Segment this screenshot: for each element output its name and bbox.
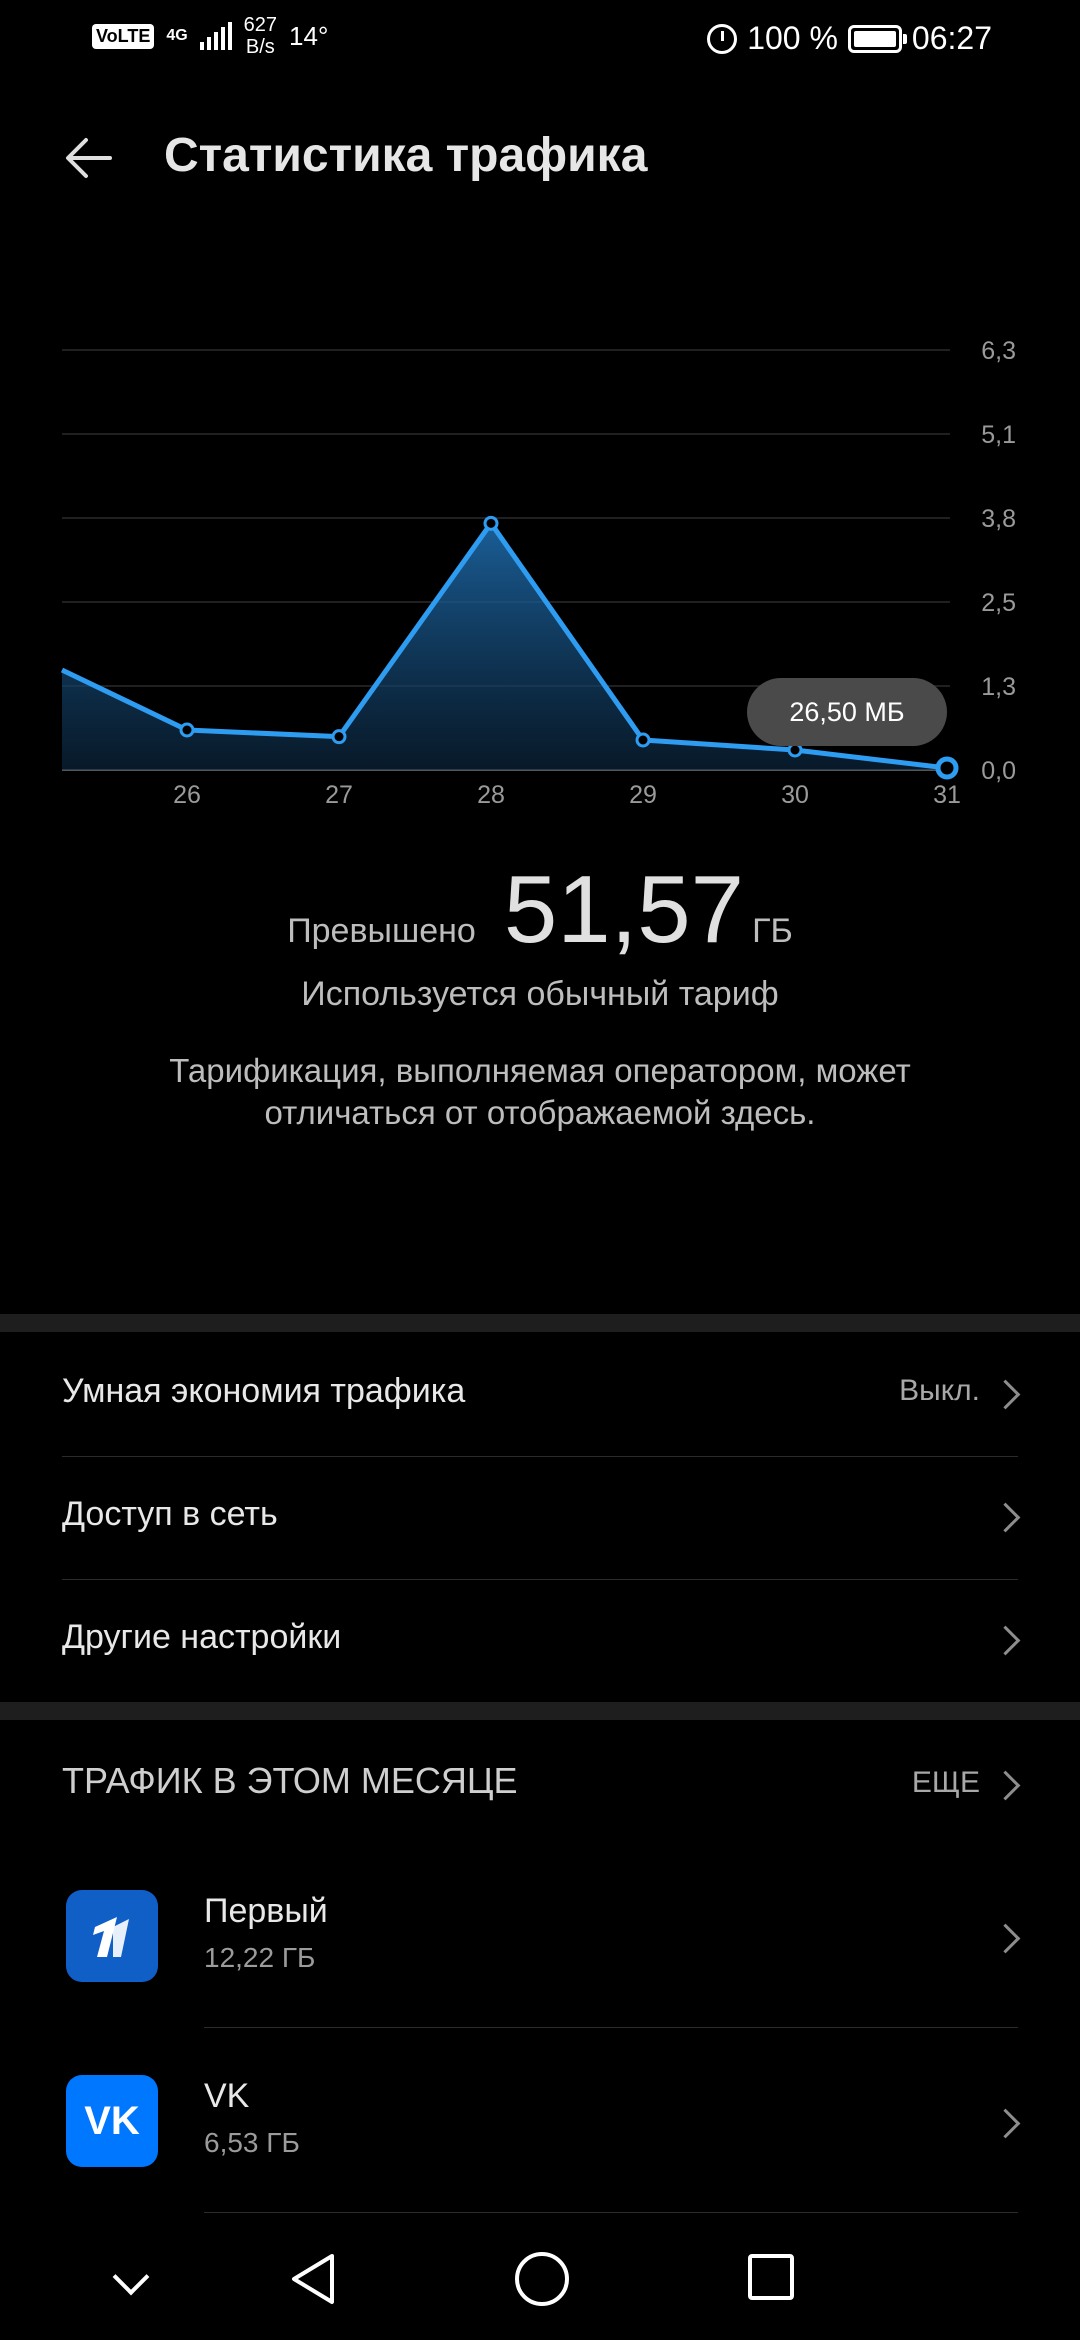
y-axis-ticks: 6,3 5,1 3,8 2,5 1,3 0,0 [981, 337, 1016, 785]
status-left: VoLTE 4G 627 B/s 14° [92, 14, 328, 58]
billing-note: Тарификация, выполняемая оператором, мож… [169, 1052, 911, 1131]
smart-saver-label: Умная экономия трафика [62, 1372, 466, 1410]
nav-back-icon[interactable] [288, 2252, 338, 2306]
nav-hide-icon[interactable] [112, 2258, 150, 2296]
network-speed-value: 627 [243, 14, 278, 36]
usage-summary: Превышено 51,57 ГБ Используется обычный … [0, 855, 1080, 1134]
chevron-right-icon [990, 1923, 1021, 1954]
data-point[interactable] [935, 756, 959, 780]
chevron-right-icon [990, 2108, 1021, 2139]
chevron-right-icon [990, 1625, 1021, 1656]
x-axis-ticks: 26 27 28 29 30 31 [173, 781, 961, 809]
data-point[interactable] [331, 729, 347, 745]
smart-saver-value: Выкл. [899, 1374, 980, 1407]
x-tick-label: 30 [781, 781, 809, 809]
alarm-icon [707, 23, 738, 54]
more-link[interactable]: ЕЩЕ [912, 1766, 980, 1800]
y-tick-label: 5,1 [981, 421, 1016, 449]
x-tick-label: 27 [325, 781, 353, 809]
section-separator [0, 1314, 1080, 1332]
chevron-right-icon [990, 1379, 1021, 1410]
battery-icon [847, 24, 907, 53]
network-type: 4G [166, 27, 188, 44]
section-separator [0, 1702, 1080, 1720]
x-tick-label: 26 [173, 781, 201, 809]
chevron-right-icon[interactable] [990, 1770, 1021, 1801]
smart-saver-row[interactable]: Умная экономия трафика Выкл. [0, 1334, 1080, 1456]
vk-icon: VK [66, 2075, 158, 2167]
exceeded-row: Превышено 51,57 ГБ [0, 855, 1080, 965]
y-tick-label: 1,3 [981, 673, 1016, 701]
x-tick-label: 28 [477, 781, 505, 809]
exceeded-unit: ГБ [752, 912, 793, 950]
channel-one-logo [93, 1917, 129, 1957]
temperature: 14° [289, 20, 329, 51]
divider [204, 2212, 1018, 2213]
back-arrow-icon [66, 138, 112, 178]
y-tick-label: 6,3 [981, 337, 1016, 365]
x-tick-label: 29 [629, 781, 657, 809]
battery-percent: 100 % [747, 20, 838, 56]
nav-recents-icon[interactable] [748, 2254, 794, 2300]
chart-tooltip: 26,50 МБ [747, 678, 947, 746]
signal-icon [199, 22, 232, 50]
app-name: Первый [204, 1892, 328, 1930]
y-tick-label: 3,8 [981, 505, 1016, 533]
divider [204, 2027, 1018, 2028]
network-speed-unit: B/s [245, 36, 275, 58]
clock: 06:27 [911, 20, 992, 56]
page-title: Статистика трафика [164, 129, 648, 182]
channel-one-icon [66, 1890, 158, 1982]
data-point[interactable] [179, 722, 195, 738]
navigation-bar [0, 2220, 1080, 2340]
app-usage: 12,22 ГБ [204, 1942, 316, 1973]
monthly-traffic-title: ТРАФИК В ЭТОМ МЕСЯЦЕ [62, 1760, 518, 1801]
x-tick-label: 31 [933, 781, 961, 809]
chevron-right-icon [990, 1502, 1021, 1533]
app-usage: 6,53 ГБ [204, 2127, 300, 2158]
data-point[interactable] [483, 515, 499, 531]
nav-home-icon[interactable] [515, 2252, 569, 2306]
tooltip-text: 26,50 МБ [789, 697, 904, 727]
exceeded-value: 51,57 [503, 856, 745, 963]
exceeded-label: Превышено [287, 912, 476, 950]
other-settings-label: Другие настройки [62, 1618, 342, 1656]
network-access-label: Доступ в сеть [62, 1495, 278, 1533]
status-bar: VoLTE 4G 627 B/s 14° 100 % 06:27 [0, 0, 1080, 84]
data-point[interactable] [635, 732, 651, 748]
status-right: 100 % 06:27 [707, 20, 992, 57]
app-name: VK [204, 2077, 250, 2115]
network-speed: 627 B/s [244, 14, 277, 58]
traffic-chart[interactable]: 6,3 5,1 3,8 2,5 1,3 0,0 26 27 28 29 30 31 26,50 МБ [0, 320, 1080, 840]
y-tick-label: 2,5 [981, 589, 1016, 617]
network-access-row[interactable]: Доступ в сеть [0, 1457, 1080, 1579]
vk-logo-text: VK [84, 2098, 140, 2143]
y-tick-label: 0,0 [981, 757, 1016, 785]
app-row-vk[interactable]: VK VK 6,53 ГБ [0, 2045, 1080, 2230]
back-button[interactable] [60, 128, 120, 188]
app-row-perviy[interactable]: Первый 12,22 ГБ [0, 1860, 1080, 2045]
volte-badge: VoLTE [92, 23, 155, 49]
tariff-text: Используется обычный тариф [301, 975, 779, 1013]
other-settings-row[interactable]: Другие настройки [0, 1580, 1080, 1702]
